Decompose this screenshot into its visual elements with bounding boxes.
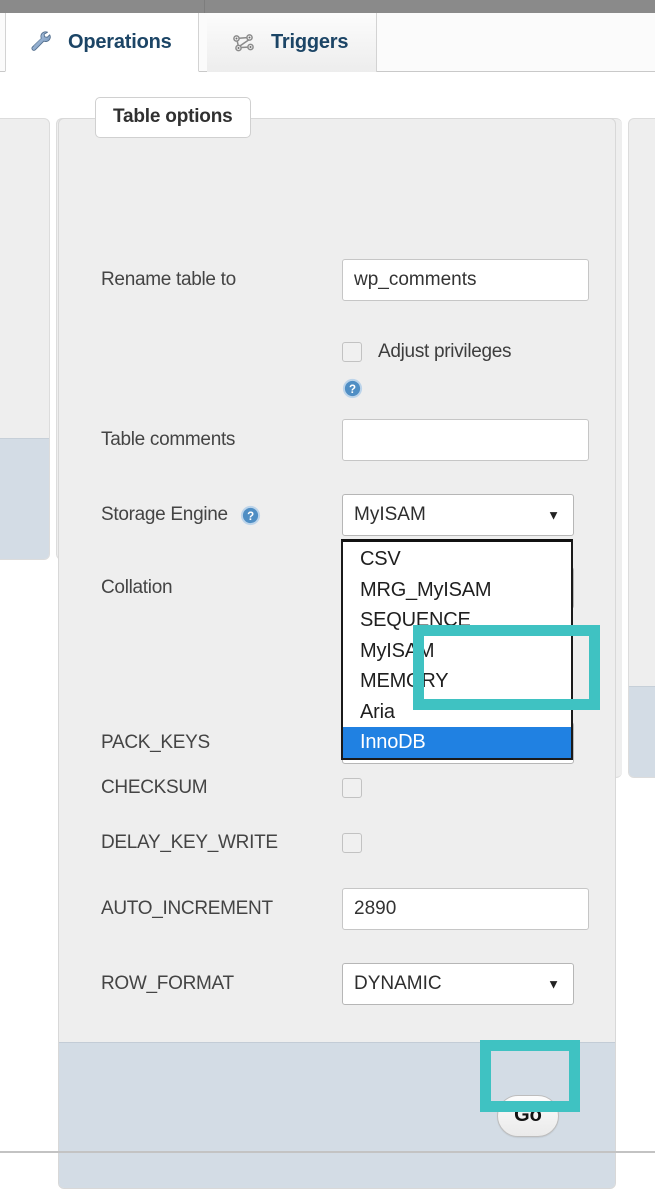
table-comments-input[interactable] [342, 419, 589, 461]
adjust-privileges-checkbox[interactable] [342, 342, 362, 362]
browser-chrome-bar [0, 0, 655, 13]
help-circle-icon[interactable]: ? [240, 505, 261, 526]
tab-operations[interactable]: Operations [5, 13, 199, 72]
adjacent-panel-left-outer [0, 118, 50, 560]
adjacent-panel-left-outer-footer [0, 438, 49, 559]
tab-bar: Operations [0, 13, 655, 72]
svg-text:?: ? [349, 384, 356, 396]
adjacent-panel-right-outer [628, 118, 655, 778]
rename-table-label: Rename table to [59, 269, 342, 291]
row-auto-increment: AUTO_INCREMENT [59, 888, 615, 930]
help-circle-icon[interactable]: ? [342, 378, 363, 399]
row-table-comments: Table comments [59, 419, 615, 461]
delay-key-write-checkbox[interactable] [342, 833, 362, 853]
chevron-down-icon: ▼ [547, 978, 560, 991]
row-adjust-privileges-help: ? [59, 377, 615, 399]
tab-triggers-label: Triggers [271, 31, 348, 54]
storage-engine-label: Storage Engine [101, 504, 228, 526]
dropdown-option-sequence[interactable]: SEQUENCE [343, 605, 571, 636]
tab-triggers[interactable]: Triggers [207, 13, 377, 72]
chrome-bar-seam [204, 0, 205, 13]
tab-operations-label: Operations [68, 31, 172, 54]
dropdown-option-mrg-myisam[interactable]: MRG_MyISAM [343, 575, 571, 606]
row-row-format: ROW_FORMAT DYNAMIC ▼ [59, 963, 615, 1005]
row-format-select[interactable]: DYNAMIC ▼ [342, 963, 574, 1005]
dropdown-option-aria[interactable]: Aria [343, 697, 571, 728]
checksum-label: CHECKSUM [59, 777, 342, 799]
page-content: Table options Rename table to Adjust pri… [0, 72, 655, 1173]
svg-text:?: ? [247, 511, 254, 523]
adjust-privileges-label: Adjust privileges [378, 341, 511, 363]
wrench-icon [28, 30, 54, 54]
triggers-network-icon [231, 31, 257, 55]
row-format-value: DYNAMIC [354, 973, 442, 995]
row-checksum: CHECKSUM [59, 777, 615, 799]
row-format-label: ROW_FORMAT [59, 973, 342, 995]
table-comments-label: Table comments [59, 429, 342, 451]
auto-increment-input[interactable] [342, 888, 589, 930]
dropdown-option-myisam[interactable]: MyISAM [343, 636, 571, 667]
delay-key-write-label: DELAY_KEY_WRITE [59, 832, 342, 854]
dropdown-option-memory[interactable]: MEMORY [343, 666, 571, 697]
go-button[interactable]: Go [497, 1095, 559, 1137]
row-rename-table: Rename table to [59, 259, 615, 301]
collation-label: Collation [59, 577, 342, 599]
page-bottom-divider [0, 1151, 655, 1153]
adjacent-panel-right-outer-footer [629, 686, 655, 777]
dropdown-option-innodb[interactable]: InnoDB [343, 727, 571, 758]
chevron-down-icon: ▼ [547, 509, 560, 522]
storage-engine-select[interactable]: MyISAM ▼ [342, 494, 574, 536]
storage-engine-dropdown-list[interactable]: CSV MRG_MyISAM SEQUENCE MyISAM MEMORY Ar… [341, 539, 573, 760]
storage-engine-value: MyISAM [354, 504, 426, 526]
row-adjust-privileges: Adjust privileges [59, 341, 615, 363]
rename-table-input[interactable] [342, 259, 589, 301]
pack-keys-label: PACK_KEYS [59, 732, 342, 754]
dropdown-option-csv[interactable]: CSV [343, 544, 571, 575]
row-storage-engine: Storage Engine ? MyISAM ▼ [59, 494, 615, 536]
form-footer-bar: Go [59, 1042, 615, 1188]
checksum-checkbox[interactable] [342, 778, 362, 798]
auto-increment-label: AUTO_INCREMENT [59, 898, 342, 920]
row-delay-key-write: DELAY_KEY_WRITE [59, 832, 615, 854]
